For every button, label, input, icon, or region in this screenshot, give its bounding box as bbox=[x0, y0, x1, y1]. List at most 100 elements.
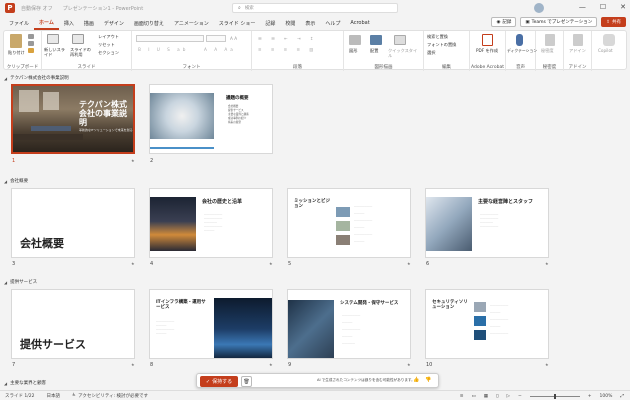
new-slide-button[interactable]: 新しいスライド bbox=[44, 47, 68, 57]
font-color-icons[interactable]: A A Aa bbox=[204, 47, 236, 52]
select-button[interactable]: 選択 bbox=[427, 50, 435, 56]
slideshow-icon[interactable]: ▷ bbox=[506, 394, 509, 399]
find-replace-button[interactable]: 検索と置換 bbox=[427, 34, 448, 40]
tab-review[interactable]: 校閲 bbox=[280, 16, 300, 30]
slide-thumbnail-4[interactable]: 会社の歴史と沿革 ――――――― ――――――― ――――― ――――――― ―――― bbox=[149, 188, 273, 258]
font-grow-icon[interactable]: A A bbox=[230, 36, 237, 41]
tab-view[interactable]: 表示 bbox=[300, 16, 320, 30]
teams-present-button[interactable]: ▣ Teams でプレゼンテーション bbox=[520, 17, 598, 27]
thumbs-up-icon[interactable]: 👍 bbox=[413, 377, 419, 383]
body-text: ――――――― ――――――― ――――― ――――――― bbox=[480, 213, 499, 228]
section-header[interactable]: ◢ テクパン株式会社の事業説明 bbox=[4, 75, 69, 82]
tab-insert[interactable]: 挿入 bbox=[59, 16, 79, 30]
tab-transitions[interactable]: 画面切り替え bbox=[129, 16, 169, 30]
tab-record[interactable]: 記録 bbox=[260, 16, 280, 30]
font-size-select[interactable] bbox=[206, 35, 226, 42]
quick-styles-icon[interactable] bbox=[394, 35, 406, 45]
font-format-icons[interactable]: B I U S ab bbox=[138, 47, 188, 52]
section-header[interactable]: ◢ 提供サービス bbox=[4, 279, 37, 286]
copilot-button[interactable]: Copilot bbox=[598, 48, 613, 53]
slide-thumbnail-10[interactable]: セキュリティソリューション ――――――― ―――― ――――――― ―――― ――――… bbox=[425, 289, 549, 359]
zoom-out-icon[interactable]: − bbox=[518, 394, 522, 399]
list-icons[interactable]: ☰ ☰ ⇤ ⇥ ↕ bbox=[258, 36, 317, 41]
shapes-button[interactable]: 図形 bbox=[349, 48, 357, 54]
addins-icon[interactable] bbox=[573, 34, 583, 46]
replace-font-button[interactable]: フォントの置換 bbox=[427, 42, 456, 48]
arrange-icon[interactable] bbox=[370, 35, 382, 45]
star-icon: ★ bbox=[269, 261, 273, 266]
section-button[interactable]: セクション bbox=[98, 50, 119, 56]
slide-thumbnail-6[interactable]: 主要な経営陣とスタッフ ――――――― ――――――― ――――― ――――――― bbox=[425, 188, 549, 258]
thumbs-down-icon[interactable]: 👎 bbox=[425, 377, 431, 383]
sensitivity-button[interactable]: 秘密度 bbox=[541, 48, 554, 54]
create-pdf-button[interactable]: PDF を作成 bbox=[476, 48, 498, 54]
tab-animations[interactable]: アニメーション bbox=[169, 16, 214, 30]
slide-thumbnail-8[interactable]: ITインフラ構築・運用サービス ――――――― ―――― ――――――― ―――― bbox=[149, 289, 273, 359]
accessibility-status[interactable]: アクセシビリティ: 検討が必要です bbox=[78, 393, 148, 399]
arrange-button[interactable]: 配置 bbox=[370, 48, 378, 54]
microphone-icon[interactable] bbox=[516, 34, 523, 46]
zoom-in-icon[interactable]: + bbox=[588, 394, 592, 399]
sensitivity-icon[interactable] bbox=[545, 34, 555, 46]
group-sensitivity: 秘密度 秘密度 bbox=[536, 31, 564, 71]
tab-acrobat[interactable]: Acrobat bbox=[345, 16, 374, 30]
reset-button[interactable]: リセット bbox=[98, 42, 115, 48]
font-family-select[interactable] bbox=[136, 35, 204, 42]
copilot-icon[interactable] bbox=[603, 34, 615, 46]
group-label: 図形描画 bbox=[374, 65, 393, 70]
format-painter-icon[interactable] bbox=[28, 48, 34, 53]
tab-design[interactable]: デザイン bbox=[99, 16, 129, 30]
tab-file[interactable]: ファイル bbox=[4, 16, 34, 30]
slide-thumbnail-5[interactable]: ミッションとビジョン ――――――― ―――― ――――――― ―――― ―――――――… bbox=[287, 188, 411, 258]
cut-icon[interactable] bbox=[28, 34, 34, 39]
normal-view-icon[interactable]: ▭ bbox=[471, 394, 475, 399]
align-icons[interactable]: ≡ ≡ ≡ ≡ ▥ bbox=[258, 47, 317, 52]
section-header[interactable]: ◢ 主要な業界と顧客 bbox=[4, 380, 46, 387]
quick-styles-button[interactable]: クイックスタイル bbox=[388, 48, 420, 58]
language-indicator[interactable]: 日本語 bbox=[47, 393, 61, 399]
discard-button[interactable]: 🗑 bbox=[241, 376, 252, 387]
record-button[interactable]: ◉ 記録 bbox=[491, 17, 517, 27]
share-button[interactable]: ⇪ 共有 bbox=[601, 17, 626, 27]
tab-slideshow[interactable]: スライド ショー bbox=[214, 16, 261, 30]
shapes-icon[interactable] bbox=[349, 35, 361, 45]
reuse-slides-button[interactable]: スライドの再利用 bbox=[70, 47, 94, 57]
slide-thumbnail-2[interactable]: 議題の概要 会社概要 提供サービス 主要な業界と顧客 成功事例の紹介 将来の展望 bbox=[149, 84, 273, 154]
chevron-down-icon: ◢ bbox=[4, 279, 8, 285]
reading-view-icon[interactable]: ▯ bbox=[496, 394, 498, 399]
close-button[interactable]: ✕ bbox=[620, 3, 626, 11]
fit-window-icon[interactable]: ⤢ bbox=[620, 393, 624, 399]
slide-thumbnail-3[interactable]: 会社概要 bbox=[11, 188, 135, 258]
sorter-view-icon[interactable]: ▦ bbox=[484, 394, 488, 399]
paste-icon[interactable] bbox=[10, 34, 22, 48]
avatar[interactable] bbox=[534, 3, 544, 13]
slide-thumbnail-1[interactable]: テクパン株式会社の事業説明 革新的なITソリューションで未来を創る bbox=[11, 84, 135, 154]
zoom-slider-thumb[interactable] bbox=[553, 393, 556, 399]
search-input[interactable]: ⌕ 検索 bbox=[232, 3, 398, 13]
tab-help[interactable]: ヘルプ bbox=[320, 16, 345, 30]
slide-thumbnail-7[interactable]: 提供サービス bbox=[11, 289, 135, 359]
keep-button[interactable]: ✓ 保持する bbox=[200, 376, 238, 387]
zoom-level[interactable]: 100% bbox=[600, 394, 613, 399]
minimize-button[interactable]: — bbox=[579, 3, 586, 11]
zoom-slider[interactable] bbox=[529, 393, 580, 399]
notes-icon[interactable]: ≡ bbox=[460, 394, 464, 399]
paste-button-label[interactable]: 貼り付け bbox=[8, 50, 25, 56]
ai-disclaimer: AI で生成されたコンテンツは誤りを含む可能性があります。 bbox=[317, 378, 415, 382]
slide-thumbnail-9[interactable]: システム開発・保守サービス ――――――― ―――― ――――――― ―――― ――――… bbox=[287, 289, 411, 359]
tab-draw[interactable]: 描画 bbox=[79, 16, 99, 30]
status-bar: スライド 1/22 日本語 ♿ アクセシビリティ: 検討が必要です ≡ ▭ ▦ … bbox=[0, 390, 630, 400]
server-room-photo bbox=[214, 298, 272, 358]
copy-icon[interactable] bbox=[28, 41, 34, 46]
autosave-toggle[interactable]: 自動保存 オフ bbox=[21, 5, 53, 12]
reuse-slides-icon[interactable] bbox=[72, 34, 84, 44]
pdf-icon[interactable] bbox=[482, 34, 493, 46]
layout-button[interactable]: レイアウト bbox=[98, 34, 119, 40]
maximize-button[interactable]: ☐ bbox=[600, 3, 606, 11]
new-slide-icon[interactable] bbox=[47, 34, 59, 44]
tab-home[interactable]: ホーム bbox=[34, 16, 59, 30]
dictate-button[interactable]: ディクテーション bbox=[507, 48, 537, 54]
addins-button[interactable]: アドイン bbox=[569, 48, 586, 54]
section-header[interactable]: ◢ 会社概要 bbox=[4, 178, 28, 185]
star-icon: ★ bbox=[269, 362, 273, 367]
